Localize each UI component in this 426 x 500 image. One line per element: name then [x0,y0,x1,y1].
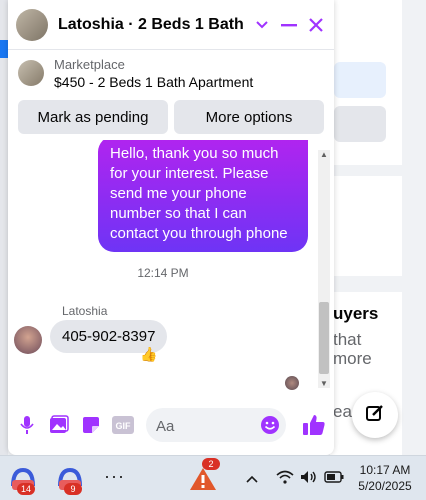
page-card-middle [330,176,402,276]
thumbs-up-icon[interactable] [300,411,328,439]
page-gray-button[interactable] [334,106,386,142]
scroll-up-arrow-icon[interactable]: ▲ [320,150,328,159]
message-input[interactable] [146,408,268,444]
listing-info[interactable]: Marketplace $450 - 2 Beds 1 Bath Apartme… [8,50,334,96]
battery-icon[interactable] [324,470,344,486]
listing-source: Marketplace [54,56,125,72]
mark-as-pending-button[interactable]: Mark as pending [18,100,168,134]
message-timestamp: 12:14 PM [137,266,189,280]
clock-date: 5/20/2025 [358,479,412,493]
emoji-icon[interactable] [260,415,280,435]
page-blue-button[interactable] [334,62,386,98]
system-clock[interactable]: 10:17 AM 5/20/2025 [350,462,420,494]
message-list: Hello, thank you so much for your intere… [8,140,318,395]
sticker-icon[interactable] [78,412,104,438]
scroll-down-arrow-icon[interactable]: ▼ [320,379,328,388]
message-scrollbar[interactable]: ▲ ▼ [318,150,330,388]
listing-avatar[interactable] [16,8,48,41]
taskbar-app-1[interactable]: 14 [8,464,38,495]
app-1-badge: 14 [17,483,35,495]
taskbar-warning-app[interactable]: 2 [188,458,220,494]
page-left-accent [0,40,8,58]
page-text-more: more [333,349,372,368]
taskbar-app-2[interactable]: 9 [55,464,85,495]
wifi-icon[interactable] [276,470,294,487]
thumbs-up-reaction-icon[interactable]: 👍 [140,346,157,363]
close-icon[interactable] [305,14,326,36]
chat-header: Latoshia · 2 Beds 1 Bath Ap... [8,0,334,50]
chevron-up-icon[interactable] [246,470,258,486]
warning-badge: 2 [202,458,220,470]
listing-thumbnail [18,60,44,86]
minimize-icon[interactable] [278,14,299,36]
svg-text:GIF: GIF [116,421,132,431]
more-options-button[interactable]: More options [174,100,324,134]
seen-avatar [285,376,299,390]
message-input-wrapper [146,408,286,444]
outgoing-message: Hello, thank you so much for your intere… [98,140,308,252]
taskbar-more-button[interactable]: ··· [104,466,125,487]
mic-icon[interactable] [14,412,40,438]
gif-icon[interactable]: GIF [110,412,136,438]
chevron-down-icon[interactable] [251,14,272,36]
listing-title: $450 - 2 Beds 1 Bath Apartment [54,73,254,90]
compose-icon [365,403,385,428]
listing-actions: Mark as pending More options [8,96,334,138]
windows-taskbar: 14 9 ··· 2 10:17 AM 5/20/2025 [0,455,426,500]
photo-icon[interactable] [46,412,72,438]
scrollbar-thumb[interactable] [319,302,329,374]
messenger-chat-window: Latoshia · 2 Beds 1 Bath Ap... Marketpla… [8,0,334,455]
chat-title[interactable]: Latoshia · 2 Beds 1 Bath Ap... [58,16,245,34]
sender-name: Latoshia [62,304,108,318]
page-left-strip [0,0,8,455]
volume-icon[interactable] [300,470,318,487]
message-composer: GIF [8,396,334,454]
compose-button[interactable] [352,392,398,438]
page-text-buyers: uyers [333,304,379,323]
app-2-badge: 9 [64,483,82,495]
page-text-that: that [333,330,362,349]
sender-avatar[interactable] [14,326,42,354]
clock-time: 10:17 AM [359,463,411,477]
